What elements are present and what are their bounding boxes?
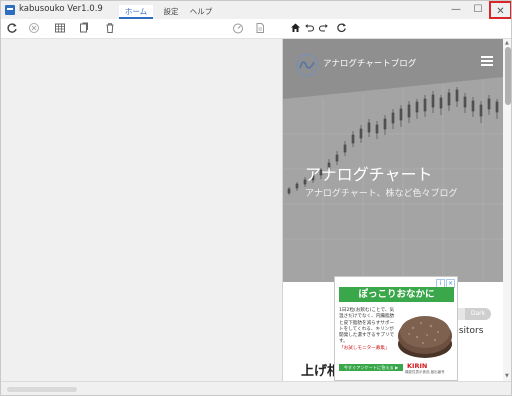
title-bar: kabusouko Ver1.0.9 ホーム 設定 ヘルプ — ☐ ✕ <box>1 1 511 19</box>
trash-icon[interactable] <box>103 22 117 36</box>
ad-headline: ぽっこりおなかに <box>339 287 454 302</box>
dark-theme-button[interactable]: Dark <box>465 308 491 320</box>
speed-icon[interactable] <box>231 22 245 36</box>
tab-help[interactable]: ヘルプ <box>187 5 215 19</box>
scrollbar-thumb[interactable] <box>505 47 511 105</box>
app-title: kabusouko Ver1.0.9 <box>19 4 103 14</box>
site-logo-icon[interactable] <box>295 53 319 77</box>
tab-settings[interactable]: 設定 <box>159 5 183 19</box>
horizontal-scrollbar[interactable] <box>7 387 77 392</box>
ad-fine-print: 機能性表示食品 届出番号 <box>405 370 445 374</box>
ad-cta-button[interactable]: 今すぐアンケートに答える ▶ <box>339 364 403 371</box>
cancel-icon[interactable] <box>27 22 41 36</box>
app-logo-icon <box>5 5 15 15</box>
advertisement[interactable]: i × ぽっこりおなかに 1日2粒(お飲む)ことで、気温さだけでなく、内臓脂肪と皮… <box>334 276 458 381</box>
hamburger-menu-icon[interactable] <box>481 56 493 66</box>
left-toolbar <box>1 19 283 39</box>
maximize-button[interactable]: ☐ <box>467 1 489 19</box>
reload-icon[interactable] <box>335 22 347 36</box>
document-icon[interactable] <box>253 22 267 36</box>
browser-panel: アナログチャートブログ アナログチャート アナログチャート、株など色々ブログ D… <box>283 19 511 381</box>
home-icon[interactable] <box>289 22 301 36</box>
minimize-button[interactable]: — <box>445 1 467 19</box>
ad-body: 1日2粒(お飲む)ことで、気温さだけでなく、内臓脂肪と皮下脂肪を減らすサポートを… <box>339 308 395 345</box>
scroll-up-arrow-icon[interactable]: ▲ <box>505 40 509 46</box>
refresh-icon[interactable] <box>5 22 19 36</box>
scroll-down-arrow-icon[interactable]: ▼ <box>505 373 509 379</box>
undo-icon[interactable] <box>303 22 315 36</box>
ad-body-text: 1日2粒(お飲む)ことで、気温さだけでなく、内臓脂肪と皮下脂肪を減らすサポートを… <box>339 308 397 352</box>
close-button[interactable]: ✕ <box>489 1 511 19</box>
left-content-panel <box>1 39 283 381</box>
site-name[interactable]: アナログチャートブログ <box>323 57 416 69</box>
hero-section: アナログチャートブログ アナログチャート アナログチャート、株など色々ブログ <box>283 39 503 282</box>
webpage: アナログチャートブログ アナログチャート アナログチャート、株など色々ブログ D… <box>283 39 503 381</box>
app-window: kabusouko Ver1.0.9 ホーム 設定 ヘルプ — ☐ ✕ アナログ… <box>0 0 512 396</box>
supplement-image <box>398 316 452 358</box>
hero-title: アナログチャート <box>305 165 433 184</box>
copy-icon[interactable] <box>77 22 91 36</box>
table-icon[interactable] <box>53 22 67 36</box>
browser-nav-bar <box>283 19 511 39</box>
hero-subtitle: アナログチャート、株など色々ブログ <box>305 189 458 199</box>
redo-icon[interactable] <box>317 22 329 36</box>
status-bar <box>1 381 511 395</box>
tab-home[interactable]: ホーム <box>119 5 153 19</box>
vertical-scrollbar[interactable]: ▲ ▼ <box>503 39 511 381</box>
ad-monitor-line: 「お試しモニター募集」 <box>339 345 390 351</box>
kirin-logo: KIRIN <box>407 362 428 370</box>
